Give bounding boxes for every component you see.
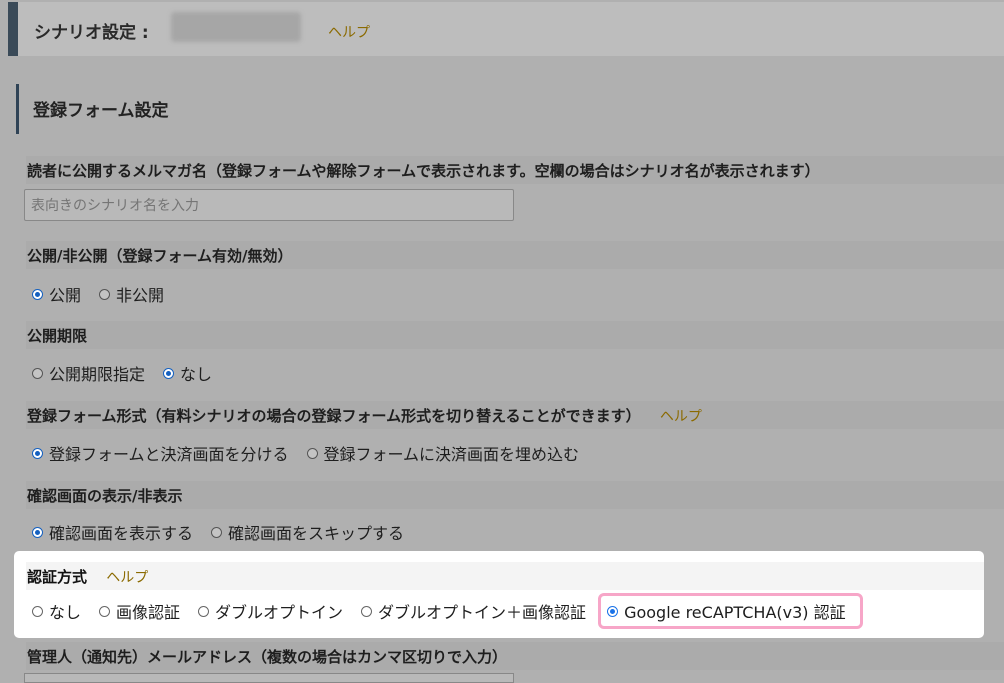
confirm-radio-show[interactable]: 確認画面を表示する — [32, 520, 193, 544]
auth-radio-none[interactable]: なし — [32, 599, 81, 623]
radio-unchecked-icon — [198, 605, 210, 617]
admin-email-input[interactable] — [24, 673, 514, 683]
radio-unchecked-icon — [99, 288, 111, 300]
publish-radio-group: 公開 非公開 — [32, 281, 182, 307]
form-type-label: 登録フォーム形式（有料シナリオの場合の登録フォーム形式を切り替えることができます… — [26, 401, 1004, 429]
radio-label: なし — [49, 603, 82, 622]
period-radio-group: 公開期限指定 なし — [32, 360, 230, 386]
auth-label-text: 認証方式 — [27, 568, 88, 586]
radio-unchecked-icon — [32, 605, 43, 617]
radio-label: 確認画面を表示する — [49, 524, 194, 543]
radio-checked-icon — [32, 526, 43, 538]
radio-unchecked-icon — [211, 526, 223, 538]
radio-checked-icon — [163, 367, 175, 379]
radio-checked-icon — [32, 447, 43, 459]
page-title: シナリオ設定 : — [34, 23, 149, 43]
publish-radio-private[interactable]: 非公開 — [99, 282, 164, 306]
period-label: 公開期限 — [26, 321, 1004, 349]
radio-unchecked-icon — [99, 605, 111, 617]
scenario-name-redacted — [171, 12, 301, 42]
radio-label: 非公開 — [116, 286, 165, 305]
auth-radio-double-optin[interactable]: ダブルオプトイン — [198, 599, 343, 623]
radio-label: 公開期限指定 — [49, 365, 146, 384]
period-radio-none[interactable]: なし — [163, 361, 212, 385]
radio-label: 登録フォームと決済画面を分ける — [49, 445, 289, 464]
auth-radio-double-optin-image[interactable]: ダブルオプトイン＋画像認証 — [361, 599, 586, 623]
auth-radio-image[interactable]: 画像認証 — [99, 599, 180, 623]
form-type-label-text: 登録フォーム形式（有料シナリオの場合の登録フォーム形式を切り替えることができます… — [27, 407, 641, 425]
publish-label: 公開/非公開（登録フォーム有効/無効） — [26, 241, 1004, 269]
form-type-radio-group: 登録フォームと決済画面を分ける 登録フォームに決済画面を埋め込む — [32, 440, 597, 466]
confirm-radio-group: 確認画面を表示する 確認画面をスキップする — [32, 519, 422, 545]
radio-checked-icon — [32, 288, 43, 300]
radio-label: Google reCAPTCHA(v3) 認証 — [624, 603, 846, 622]
radio-label: 公開 — [49, 286, 82, 305]
form-type-radio-separate[interactable]: 登録フォームと決済画面を分ける — [32, 441, 289, 465]
auth-method-card: 認証方式 ヘルプ なし 画像認証 ダブルオプトイン ダブルオプトイン＋画像認証 … — [14, 551, 984, 638]
publish-radio-public[interactable]: 公開 — [32, 282, 81, 306]
auth-radio-group: なし 画像認証 ダブルオプトイン ダブルオプトイン＋画像認証 Google re… — [32, 593, 881, 629]
auth-label: 認証方式 ヘルプ — [26, 562, 984, 590]
radio-label: 画像認証 — [116, 603, 181, 622]
radio-unchecked-icon — [361, 605, 373, 617]
radio-label: なし — [180, 365, 213, 384]
auth-radio-recaptcha[interactable]: Google reCAPTCHA(v3) 認証 — [598, 593, 863, 629]
form-type-radio-embed[interactable]: 登録フォームに決済画面を埋め込む — [306, 441, 580, 465]
header-help-link[interactable]: ヘルプ — [328, 22, 370, 42]
section-title: 登録フォーム設定 — [16, 84, 316, 134]
radio-unchecked-icon — [32, 367, 43, 379]
radio-label: ダブルオプトイン＋画像認証 — [378, 603, 587, 622]
radio-unchecked-icon — [306, 447, 318, 459]
admin-email-label: 管理人（通知先）メールアドレス（複数の場合はカンマ区切りで入力） — [26, 642, 1004, 670]
radio-label: 確認画面をスキップする — [228, 524, 405, 543]
radio-label: 登録フォームに決済画面を埋め込む — [323, 445, 580, 464]
form-type-help-link[interactable]: ヘルプ — [660, 409, 702, 425]
radio-checked-icon — [607, 605, 619, 617]
auth-help-link[interactable]: ヘルプ — [106, 570, 148, 586]
period-radio-specify[interactable]: 公開期限指定 — [32, 361, 145, 385]
radio-label: ダブルオプトイン — [215, 603, 344, 622]
public-name-label: 読者に公開するメルマガ名（登録フォームや解除フォームで表示されます。空欄の場合は… — [26, 156, 1004, 184]
confirm-label: 確認画面の表示/非表示 — [26, 481, 1004, 509]
public-name-input[interactable] — [24, 189, 514, 221]
page-header: シナリオ設定 : ヘルプ — [8, 2, 1004, 56]
confirm-radio-skip[interactable]: 確認画面をスキップする — [211, 520, 404, 544]
